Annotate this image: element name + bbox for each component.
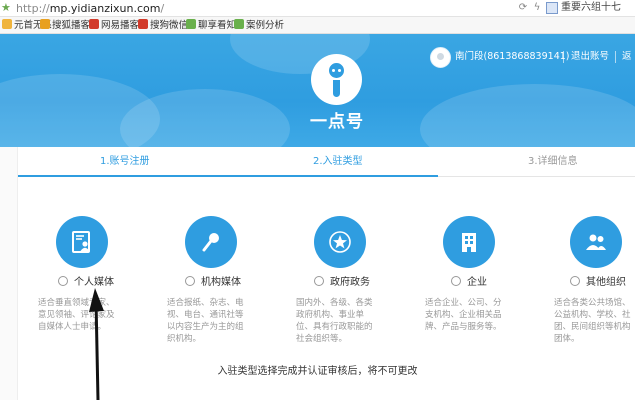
tab-title[interactable]: 重要六组十七 [561, 0, 621, 16]
microphone-icon [202, 233, 219, 252]
bookmark-icon [234, 19, 244, 29]
lightning-icon[interactable]: ϟ [531, 2, 543, 14]
tab-favicon-icon [546, 2, 558, 14]
radio-button[interactable] [570, 276, 580, 286]
other-organization-option[interactable]: 其他组织 [570, 276, 626, 290]
government-description: 国内外、各级、各类政府机构、事业单位、具有行政职能的社会组织等。 [296, 298, 373, 344]
bookmark-item[interactable]: 聊享看知 [186, 18, 236, 33]
radio-button[interactable] [314, 276, 324, 286]
institution-media-card[interactable] [185, 216, 237, 268]
radio-button[interactable] [58, 276, 68, 286]
enterprise-description: 适合企业、公司、分支机构、企业相关品牌、产品与服务等。 [425, 298, 502, 332]
institution-media-description: 适合报纸、杂志、电视、电台、通讯社等以内容生产为主的组织机构。 [167, 298, 244, 344]
step-account-registration: 1.账号注册 [100, 156, 150, 167]
enterprise-card[interactable] [443, 216, 495, 268]
radio-button[interactable] [451, 276, 461, 286]
brand-name: 一点号 [310, 112, 364, 132]
site-header: 一点号 南门段(8613868839141) 退出账号 返 [0, 34, 635, 147]
url-field[interactable]: http://mp.yidianzixun.com/ [16, 1, 164, 16]
divider [563, 51, 564, 63]
bookmark-icon [89, 19, 99, 29]
government-card[interactable] [314, 216, 366, 268]
radio-button[interactable] [185, 276, 195, 286]
other-organization-card[interactable] [570, 216, 622, 268]
divider [615, 51, 616, 63]
progress-line [18, 175, 438, 177]
personal-media-description: 适合垂直领域专家、意见领袖、评论家及自媒体人士申请。 [38, 298, 115, 332]
bookmark-icon [40, 19, 50, 29]
bookmark-item[interactable]: 搜狗微信 [138, 18, 188, 33]
address-bar: ★ http://mp.yidianzixun.com/ ⟳ ϟ 重要六组十七 [0, 0, 635, 17]
group-icon [586, 234, 606, 250]
bookmark-icon [186, 19, 196, 29]
bookmark-icon [2, 19, 12, 29]
bookmark-icon [138, 19, 148, 29]
step-details: 3.详细信息 [528, 156, 578, 167]
government-option[interactable]: 政府政务 [314, 276, 370, 290]
bookmark-item[interactable]: 网易播客 [89, 18, 139, 33]
enterprise-option[interactable]: 企业 [451, 276, 487, 290]
logout-link[interactable]: 退出账号 [571, 50, 609, 64]
building-icon [462, 233, 476, 252]
left-gutter [0, 147, 18, 400]
progress-steps: 1.账号注册 2.入驻类型 3.详细信息 [18, 147, 635, 177]
back-link[interactable]: 返 [622, 50, 632, 64]
other-organization-description: 适合各类公共场馆、公益机构、学校、社团、民间组织等机构团体。 [554, 298, 631, 344]
bookmark-item[interactable]: 案例分析 [234, 18, 284, 33]
type-notice: 入驻类型选择完成并认证审核后，将不可更改 [217, 366, 418, 377]
star-emblem-icon [329, 231, 351, 253]
institution-media-option[interactable]: 机构媒体 [185, 276, 241, 290]
personal-media-card[interactable] [56, 216, 108, 268]
avatar[interactable] [430, 47, 451, 68]
user-name: 南门段(8613868839141) [455, 51, 570, 62]
bookmarks-bar: 元首无系 搜狐播客 网易播客 搜狗微信 聊享看知 案例分析 [0, 17, 635, 34]
id-card-icon [72, 231, 90, 253]
favorite-star-icon[interactable]: ★ [1, 2, 13, 14]
personal-media-option[interactable]: 个人媒体 [58, 276, 114, 290]
bookmark-item[interactable]: 搜狐播客 [40, 18, 90, 33]
refresh-icon[interactable]: ⟳ [517, 2, 529, 14]
step-entry-type: 2.入驻类型 [313, 156, 363, 167]
brand-logo-icon[interactable] [311, 54, 362, 105]
cloud-decoration [420, 84, 635, 147]
